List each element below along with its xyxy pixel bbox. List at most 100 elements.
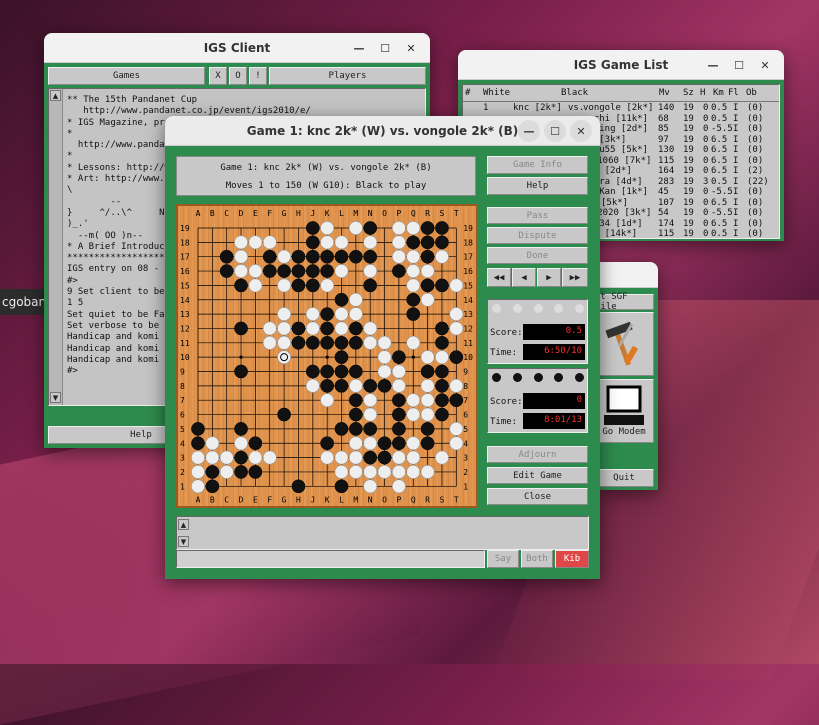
maximize-icon[interactable]: ☐ <box>544 120 566 142</box>
kibitz-scroll-down-icon[interactable]: ▼ <box>178 536 189 547</box>
white-stone <box>334 321 349 336</box>
x-button[interactable]: X <box>209 67 227 85</box>
close-icon[interactable]: ✕ <box>754 54 776 76</box>
white-stone <box>248 278 263 293</box>
black-stone <box>334 350 349 364</box>
white-stone <box>449 421 464 436</box>
white-stone <box>377 350 392 365</box>
edit-game-button[interactable]: Edit Game <box>487 467 588 484</box>
black-stone <box>363 379 378 393</box>
back-button[interactable]: ◀ <box>512 268 536 287</box>
close-icon[interactable]: ✕ <box>400 37 422 59</box>
scroll-down-icon[interactable]: ▼ <box>50 392 61 403</box>
white-stone <box>420 407 435 422</box>
white-stone <box>219 465 234 479</box>
maximize-icon[interactable]: ☐ <box>374 37 396 59</box>
black-stone <box>349 393 363 408</box>
table-row[interactable]: 1 knc [2k*] vs. vongole [2k*] 140 19 0 0.5 I (0) <box>463 103 779 114</box>
save-sgf-image[interactable] <box>594 312 654 376</box>
column-label: M <box>353 209 358 218</box>
black-stone <box>349 407 363 422</box>
black-stone <box>349 249 363 264</box>
adjourn-button[interactable]: Adjourn <box>487 446 588 463</box>
white-stone <box>406 465 421 479</box>
players-button[interactable]: Players <box>269 67 426 85</box>
minimize-icon[interactable]: — <box>348 37 370 59</box>
row-label: 7 <box>463 396 468 405</box>
kib-button[interactable]: Kib <box>555 550 589 568</box>
go-board-grid[interactable]: AABBCCDDEEFFGGHHJJKKLLMMNNOOPPQQRRSSTT19… <box>178 206 476 506</box>
go-modem-image[interactable]: Go Modem <box>594 379 654 443</box>
white-stone <box>391 479 406 494</box>
black-stone <box>262 249 277 264</box>
white-stone <box>191 450 205 465</box>
black-stone <box>320 249 334 264</box>
black-stone <box>291 278 306 293</box>
white-stone <box>435 350 449 365</box>
row-label: 13 <box>180 310 190 319</box>
bang-button[interactable]: ! <box>249 67 267 85</box>
kibitz-scroll-up-icon[interactable]: ▲ <box>178 519 189 530</box>
fast-forward-button[interactable]: ▶▶ <box>562 268 588 287</box>
black-stone <box>449 393 464 408</box>
black-stone <box>449 350 464 364</box>
o-button[interactable]: O <box>229 67 247 85</box>
scroll-up-icon[interactable]: ▲ <box>50 90 61 101</box>
row-label: 6 <box>463 411 468 420</box>
window-title: IGS Client <box>203 40 271 55</box>
games-button[interactable]: Games <box>48 67 205 85</box>
go-modem-label: Go Modem <box>602 427 646 437</box>
column-label: D <box>239 495 244 504</box>
black-stone <box>435 393 449 408</box>
both-button[interactable]: Both <box>521 550 553 568</box>
black-stone <box>420 364 435 379</box>
quit-button[interactable]: Quit <box>594 469 654 487</box>
white-stone <box>363 436 378 451</box>
help-button[interactable]: Help <box>487 177 588 195</box>
white-stone <box>363 335 378 350</box>
black-captures-icon <box>492 373 584 382</box>
row-label: 10 <box>180 353 190 362</box>
rewind-button[interactable]: ◀◀ <box>487 268 511 287</box>
column-header[interactable]: # <box>465 88 470 99</box>
minimize-icon[interactable]: — <box>702 54 724 76</box>
chat-input[interactable] <box>176 550 485 568</box>
black-stone <box>320 307 334 321</box>
black-time-value: 8:01/13 <box>523 413 585 429</box>
white-stone <box>406 393 421 408</box>
minimize-icon[interactable]: — <box>518 120 540 142</box>
game-info-button[interactable]: Game Info <box>487 156 588 174</box>
black-stone <box>392 422 406 436</box>
white-stone <box>391 378 406 393</box>
black-stone <box>435 335 449 350</box>
white-stone <box>406 264 421 278</box>
white-stone <box>320 393 335 408</box>
say-button[interactable]: Say <box>487 550 519 568</box>
white-stone <box>320 235 335 250</box>
black-stone <box>291 335 306 350</box>
column-label: D <box>239 209 244 218</box>
done-button[interactable]: Done <box>487 247 588 264</box>
column-label: J <box>310 209 315 218</box>
black-stone <box>406 307 421 321</box>
close-button[interactable]: Close <box>487 488 588 505</box>
go-board[interactable]: A A B B C C D D E E F F G G H H J J K K L L M M N N O O P P Q Q R R S S T T 19… <box>176 204 478 508</box>
save-sgf-button[interactable]: it SGF File <box>594 292 654 312</box>
black-stone <box>334 335 349 350</box>
maximize-icon[interactable]: ☐ <box>728 54 750 76</box>
close-icon[interactable]: ✕ <box>570 120 592 142</box>
white-stone <box>435 249 449 264</box>
pass-button[interactable]: Pass <box>487 207 588 224</box>
black-stone <box>435 364 449 379</box>
black-stone <box>320 436 334 451</box>
console-scrollbar[interactable]: ▲ ▼ <box>49 89 63 405</box>
black-stone <box>435 321 449 336</box>
white-stone <box>205 450 220 465</box>
black-player-panel: Score: 0 Time: 8:01/13 <box>487 368 588 433</box>
dispute-button[interactable]: Dispute <box>487 227 588 244</box>
white-stone <box>305 321 320 336</box>
forward-button[interactable]: ▶ <box>537 268 561 287</box>
column-label: E <box>253 209 258 218</box>
black-stone <box>349 422 363 436</box>
game-info-panel: Game 1: knc 2k* (W) vs. vongole 2k* (B) … <box>176 156 476 196</box>
